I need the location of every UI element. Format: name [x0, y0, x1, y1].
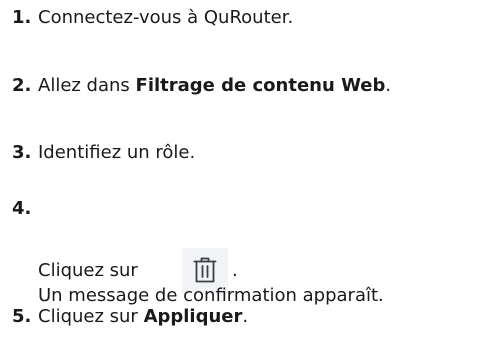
- menu-name-web-content-filtering: Filtrage de contenu Web: [135, 75, 386, 96]
- step-text-prefix: Cliquez sur: [38, 260, 138, 281]
- step-3: 3. Identifiez un rôle.: [12, 140, 195, 166]
- step-1: 1. Connectez-vous à QuRouter.: [12, 5, 293, 31]
- step-number: 5.: [12, 306, 32, 327]
- step-text-suffix: .: [385, 75, 392, 96]
- step-text-prefix: Cliquez sur: [38, 306, 144, 327]
- step-text-suffix: .: [242, 306, 249, 327]
- step-text: Connectez-vous à QuRouter.: [38, 7, 294, 28]
- step-text-prefix: Allez dans: [38, 75, 136, 96]
- step-2: 2. Allez dans Filtrage de contenu Web.: [12, 73, 391, 99]
- step-number: 2.: [12, 75, 32, 96]
- step-text-suffix: .: [232, 260, 238, 281]
- step-number: 1.: [12, 7, 32, 28]
- step-number: 4.: [12, 198, 32, 219]
- step-4: 4. Cliquez sur . Un message de confirmat…: [12, 196, 384, 306]
- step-text: Identifiez un rôle.: [38, 142, 196, 163]
- step-4-instruction: Cliquez sur .: [38, 248, 238, 294]
- apply-label: Appliquer: [143, 306, 243, 327]
- step-5: 5. Cliquez sur Appliquer.: [12, 304, 248, 330]
- step-number: 3.: [12, 142, 32, 163]
